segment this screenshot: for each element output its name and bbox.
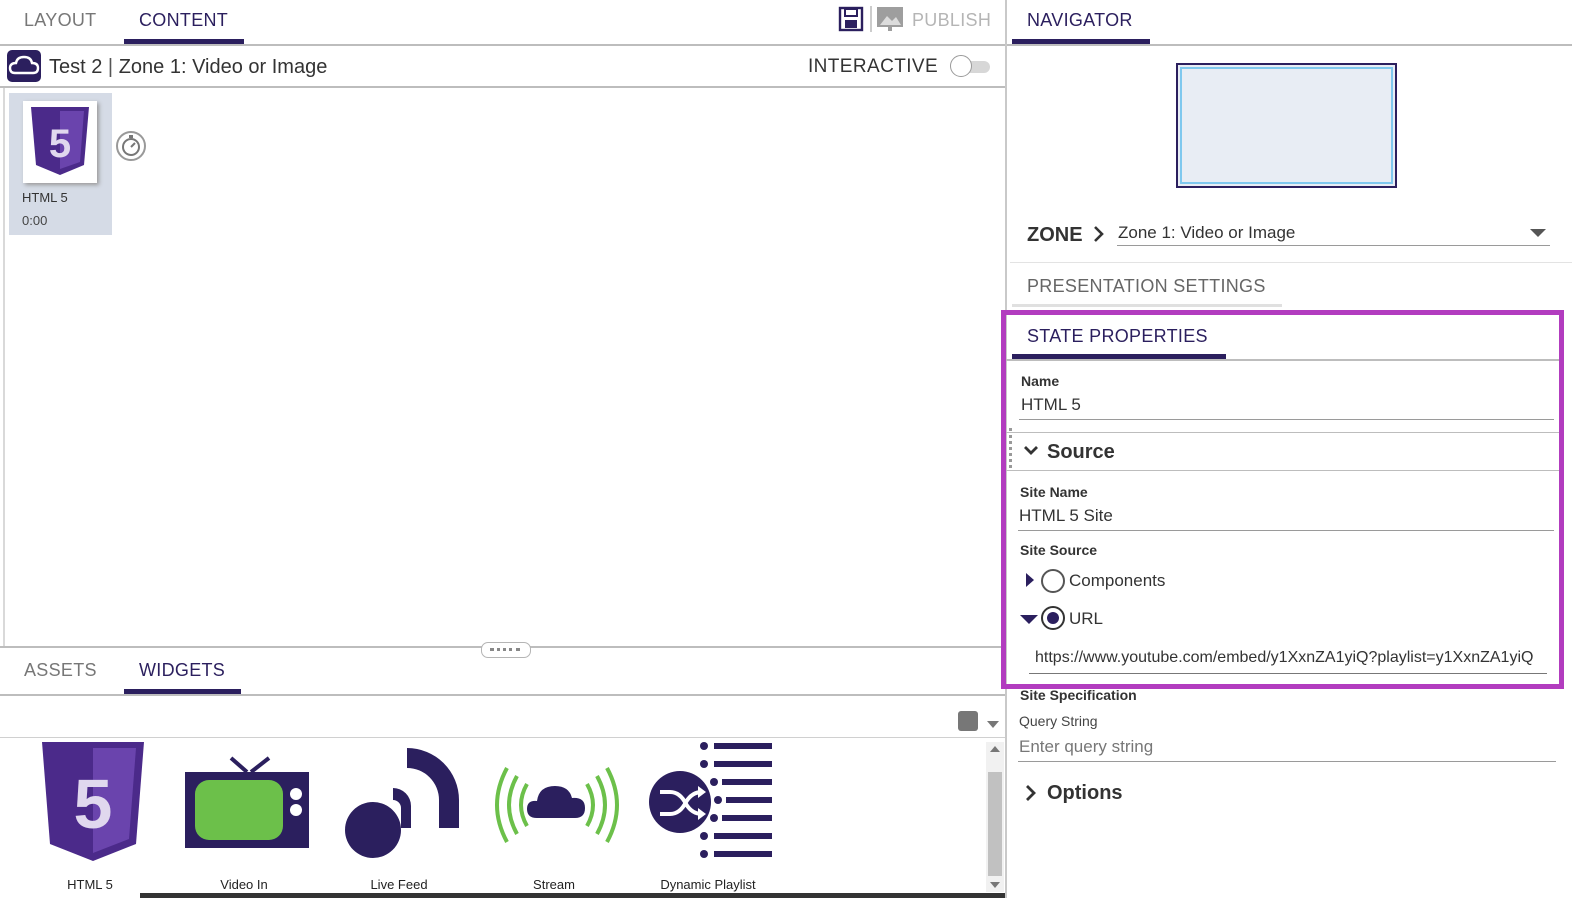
chevron-down-icon[interactable] — [986, 716, 1000, 728]
options-header[interactable]: Options — [1047, 782, 1123, 805]
save-icon[interactable] — [838, 6, 864, 32]
source-header[interactable]: Source — [1047, 441, 1115, 464]
breadcrumb-separator: | — [107, 56, 114, 78]
caret-down-icon[interactable] — [1019, 612, 1039, 624]
publish-button[interactable]: PUBLISH — [912, 10, 991, 31]
tab-layout[interactable]: LAYOUT — [24, 10, 96, 31]
caret-right-icon[interactable] — [1024, 571, 1036, 589]
radio-components[interactable] — [1041, 569, 1065, 593]
tab-content[interactable]: CONTENT — [139, 10, 228, 31]
widget-html5-icon[interactable]: 5 — [38, 740, 148, 864]
tab-navigator[interactable]: NAVIGATOR — [1027, 10, 1133, 31]
widget-label: Stream — [533, 877, 575, 892]
widget-tv-icon[interactable] — [185, 756, 311, 850]
tab-widgets[interactable]: WIDGETS — [139, 660, 225, 681]
zone-breadcrumb: Test 2 | Zone 1: Video or Image — [49, 56, 327, 79]
cloud-icon[interactable] — [7, 50, 41, 82]
site-source-label: Site Source — [1020, 542, 1098, 558]
zone-select-value: Zone 1: Video or Image — [1118, 223, 1296, 242]
view-mode-icon[interactable] — [958, 711, 978, 731]
svg-text:5: 5 — [74, 765, 113, 843]
site-spec-label: Site Specification — [1020, 687, 1137, 703]
divider — [1006, 470, 1559, 471]
divider — [0, 86, 1005, 88]
splitter-handle[interactable] — [481, 642, 531, 658]
site-name-label: Site Name — [1020, 484, 1088, 500]
divider — [0, 737, 1005, 738]
chevron-down-icon[interactable] — [1022, 442, 1040, 460]
publish-icon[interactable] — [876, 6, 904, 32]
resize-handle[interactable] — [1009, 428, 1020, 468]
field-underline — [1117, 245, 1550, 246]
tab-presentation-settings[interactable]: PRESENTATION SETTINGS — [1027, 276, 1266, 297]
tab-presentation-settings-underline — [1012, 304, 1282, 307]
tab-assets[interactable]: ASSETS — [24, 660, 97, 681]
widget-label: Dynamic Playlist — [660, 877, 756, 892]
query-string-input[interactable]: Enter query string — [1019, 737, 1153, 757]
divider — [1006, 359, 1559, 361]
option-components-label[interactable]: Components — [1069, 571, 1165, 591]
url-input-value: https://www.youtube.com/embed/y1XxnZA1yi… — [1035, 649, 1534, 666]
toolbar-separator — [870, 6, 872, 32]
field-underline — [1018, 530, 1554, 531]
svg-text:5: 5 — [49, 122, 71, 166]
chevron-right-icon[interactable] — [1024, 783, 1038, 803]
divider — [0, 694, 1005, 696]
zone-name: Zone 1: Video or Image — [118, 56, 328, 78]
timeline-item-name: HTML 5 — [22, 190, 68, 205]
radio-url[interactable] — [1041, 606, 1065, 630]
url-input[interactable]: https://www.youtube.com/embed/y1XxnZA1yi… — [1029, 643, 1547, 675]
presentation-name: Test 2 — [49, 56, 103, 78]
zone-select[interactable]: Zone 1: Video or Image — [1117, 222, 1550, 246]
divider — [0, 44, 1005, 46]
divider — [1010, 262, 1572, 263]
interactive-label: INTERACTIVE — [808, 56, 939, 77]
bottom-edge — [140, 893, 1006, 898]
timeline-item-duration: 0:00 — [22, 213, 48, 228]
html5-icon: 5 — [23, 101, 97, 183]
name-label: Name — [1021, 373, 1060, 389]
widgets-scrollbar[interactable] — [986, 742, 1004, 892]
widget-stream-cloud-icon[interactable] — [493, 760, 621, 850]
widget-rss-feed-icon[interactable] — [343, 744, 463, 860]
field-underline — [1018, 761, 1556, 762]
divider — [1006, 432, 1559, 433]
stopwatch-icon[interactable] — [115, 130, 147, 162]
chevron-right-icon — [1092, 224, 1106, 244]
name-input[interactable]: HTML 5 — [1021, 395, 1081, 415]
field-underline — [1019, 419, 1554, 420]
widget-label: HTML 5 — [67, 877, 113, 892]
interactive-toggle[interactable] — [950, 55, 992, 77]
left-border — [3, 88, 5, 648]
tab-state-properties[interactable]: STATE PROPERTIES — [1027, 326, 1208, 347]
site-name-input[interactable]: HTML 5 Site — [1019, 506, 1113, 526]
timeline-item[interactable]: 5 HTML 5 0:00 — [9, 93, 112, 235]
widget-shuffle-list-icon[interactable] — [648, 742, 774, 864]
divider — [1007, 44, 1572, 46]
option-url-label[interactable]: URL — [1069, 609, 1103, 629]
widget-label: Video In — [220, 877, 268, 892]
zone-label: ZONE — [1027, 224, 1083, 246]
widget-label: Live Feed — [370, 877, 428, 892]
query-string-label: Query String — [1019, 713, 1098, 729]
navigator-preview[interactable] — [1176, 63, 1397, 188]
